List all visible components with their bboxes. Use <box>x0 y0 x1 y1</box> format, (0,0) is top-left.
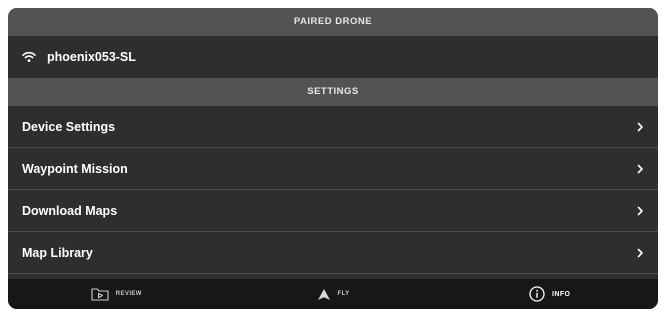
paired-drone-row[interactable]: phoenix053-SL <box>8 36 658 78</box>
paired-drone-header: PAIRED DRONE <box>8 8 658 36</box>
info-circle-icon <box>529 286 545 302</box>
menu-item-device-settings[interactable]: Device Settings <box>8 106 658 148</box>
tab-fly[interactable]: FLY <box>225 279 442 309</box>
settings-header: SETTINGS <box>8 78 658 106</box>
chevron-right-icon <box>637 206 643 215</box>
menu-item-partial[interactable] <box>8 274 658 278</box>
chevron-right-icon <box>637 122 643 131</box>
chevron-right-icon <box>637 164 643 173</box>
menu-item-label: Download Maps <box>22 203 118 218</box>
paired-drone-name: phoenix053-SL <box>47 50 136 64</box>
bottom-tab-bar: REVIEW FLY INFO <box>8 279 658 309</box>
review-folder-play-icon <box>91 288 109 301</box>
info-panel: PAIRED DRONE phoenix053-SL SETTINGS Devi… <box>8 8 658 309</box>
chevron-right-icon <box>637 248 643 257</box>
menu-item-label: Device Settings <box>22 119 116 134</box>
menu-item-label: Map Library <box>22 245 93 260</box>
tab-review[interactable]: REVIEW <box>8 279 225 309</box>
menu-item-download-maps[interactable]: Download Maps <box>8 190 658 232</box>
wifi-icon <box>22 51 36 62</box>
tab-review-label: REVIEW <box>115 291 142 297</box>
menu-item-map-library[interactable]: Map Library <box>8 232 658 274</box>
fly-arrow-icon <box>317 288 330 300</box>
menu-item-waypoint-mission[interactable]: Waypoint Mission <box>8 148 658 190</box>
tab-info[interactable]: INFO <box>441 279 658 309</box>
tab-info-label: INFO <box>552 290 571 298</box>
tab-fly-label: FLY <box>337 291 350 297</box>
menu-item-label: Waypoint Mission <box>22 161 128 176</box>
